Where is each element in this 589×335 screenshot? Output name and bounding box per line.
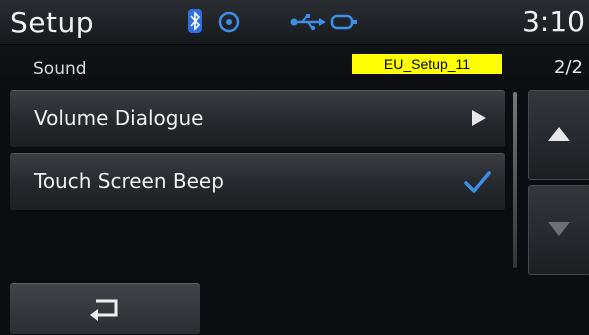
menu-item-label: Touch Screen Beep xyxy=(34,169,224,193)
bluetooth-icon xyxy=(188,9,202,33)
status-bar: Setup 3:10 xyxy=(0,0,589,45)
checkmark-icon[interactable] xyxy=(463,168,491,196)
back-button[interactable] xyxy=(10,283,200,334)
ipod-icon xyxy=(330,14,357,30)
scroll-down-button[interactable] xyxy=(528,185,589,275)
clock: 3:10 xyxy=(522,5,585,38)
scrollbar-track[interactable] xyxy=(513,92,517,268)
screen-title: Setup xyxy=(10,6,94,39)
arrow-up-icon xyxy=(548,127,570,141)
back-arrow-icon xyxy=(90,299,118,321)
page-indicator: 2/2 xyxy=(554,57,583,78)
menu-item-volume-dialogue[interactable]: Volume Dialogue xyxy=(10,90,505,148)
setup-tag-label: EU_Setup_11 xyxy=(352,54,502,74)
arrow-down-icon xyxy=(548,222,570,236)
menu-item-touch-screen-beep[interactable]: Touch Screen Beep xyxy=(10,153,505,211)
arrow-right-icon xyxy=(472,110,486,126)
section-label: Sound xyxy=(33,59,87,79)
menu-item-label: Volume Dialogue xyxy=(34,106,204,130)
scroll-up-button[interactable] xyxy=(528,90,589,180)
media-icon xyxy=(218,11,240,33)
usb-icon xyxy=(290,14,326,31)
